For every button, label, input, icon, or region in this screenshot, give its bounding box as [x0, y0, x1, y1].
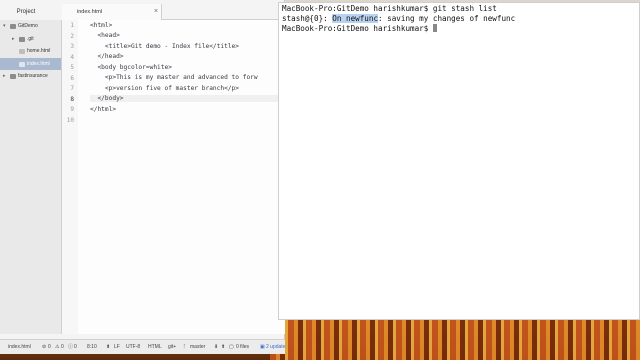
line-number: 8 — [70, 95, 74, 103]
tree-item-fastinsurance[interactable]: ▸ fastinsurance — [0, 70, 61, 83]
line-number: 6 — [70, 74, 74, 82]
gift-icon[interactable]: ▣ — [260, 340, 265, 355]
code-line-current[interactable]: </body> — [90, 95, 285, 102]
tree-item-label: home.html — [27, 48, 51, 54]
file-icon — [19, 49, 25, 54]
code-line[interactable]: <title>Git demo - Index file</title> — [90, 43, 239, 50]
status-errors[interactable]: 0 — [48, 340, 51, 355]
tree-item-label: GitDemo — [18, 23, 38, 29]
code-editor[interactable]: <html> <head> <title>Git demo - Index fi… — [78, 20, 285, 334]
tree-item-git[interactable]: ▸ .git — [0, 33, 61, 46]
status-git[interactable]: git+ — [168, 340, 176, 355]
branch-icon: ᚴ — [183, 344, 187, 350]
tab-index-html[interactable]: index.html — [62, 4, 162, 20]
tree-item-label: index.html — [27, 60, 50, 67]
code-line[interactable]: <body bgcolor=white> — [90, 64, 172, 71]
error-icon[interactable]: ⊘ — [42, 340, 46, 355]
status-encoding[interactable]: UTF-8 — [126, 340, 140, 355]
folder-icon — [10, 74, 16, 79]
file-icon: ▢ — [229, 344, 234, 350]
updown-arrows-icon: ⬍ — [106, 344, 111, 350]
terminal-prompt: MacBook-Pro:GitDemo harishkumar$ — [282, 24, 433, 33]
download-arrow-icon[interactable]: ⬇ — [214, 340, 218, 355]
line-number: 10 — [66, 116, 74, 124]
code-line[interactable]: </html> — [90, 106, 116, 113]
line-number: 9 — [70, 106, 74, 113]
status-updates[interactable]: 2 update — [266, 340, 285, 355]
status-file[interactable]: index.html — [8, 340, 31, 355]
folder-icon — [10, 24, 16, 29]
tree-item-label: fastinsurance — [18, 73, 48, 79]
editor-window: Project ▾ GitDemo ▸ .git home.html index… — [0, 0, 285, 354]
code-line[interactable]: <html> — [90, 22, 112, 29]
terminal-prompt-line[interactable]: MacBook-Pro:GitDemo harishkumar$ — [282, 24, 437, 33]
line-number: 1 — [70, 22, 74, 29]
code-line[interactable]: <head> — [90, 32, 119, 39]
terminal-command-line: MacBook-Pro:GitDemo harishkumar$ git sta… — [282, 4, 497, 13]
code-line[interactable]: <p>This is my master and advanced to for… — [90, 74, 258, 81]
tree-item-gitdemo[interactable]: ▾ GitDemo — [0, 20, 61, 33]
editor-tab-bar: index.html × — [62, 4, 285, 20]
status-warnings[interactable]: 0 — [61, 340, 64, 355]
chevron-right-icon[interactable]: ▸ — [3, 70, 6, 83]
info-icon[interactable]: ⓘ — [68, 340, 73, 355]
tree-item-index-html[interactable]: index.html — [0, 57, 61, 70]
tree-item-label: .git — [27, 35, 34, 42]
tree-item-home-html[interactable]: home.html — [0, 45, 61, 58]
chevron-down-icon[interactable]: ▾ — [3, 20, 6, 33]
upload-arrow-icon[interactable]: ⬆ — [221, 340, 225, 355]
terminal-window[interactable]: MacBook-Pro:GitDemo harishkumar$ git sta… — [278, 2, 640, 320]
code-line[interactable]: <p>version five of master branch</p> — [90, 85, 239, 92]
status-line-ending[interactable]: LF — [114, 340, 120, 355]
status-branch[interactable]: master — [190, 340, 205, 355]
line-number: 2 — [70, 32, 74, 40]
stash-ref: stash@{0}: — [282, 14, 333, 23]
terminal-output-line: stash@{0}: On newfunc: saving my changes… — [282, 14, 515, 23]
wallpaper-flames — [270, 318, 640, 360]
line-number: 7 — [70, 85, 74, 92]
terminal-cursor — [432, 24, 437, 32]
status-grammar[interactable]: HTML — [148, 340, 162, 355]
warning-icon[interactable]: ⚠ — [55, 340, 59, 355]
chevron-right-icon[interactable]: ▸ — [12, 33, 15, 46]
code-line[interactable]: </head> — [90, 53, 123, 60]
project-tree: ▾ GitDemo ▸ .git home.html index.html ▸ … — [0, 20, 62, 334]
line-number: 5 — [70, 64, 74, 71]
file-icon — [19, 61, 25, 67]
folder-icon — [19, 36, 25, 42]
status-bar: index.html ⊘ 0 ⚠ 0 ⓘ 0 8:10 ⬍ LF UTF-8 H… — [0, 339, 285, 354]
project-tab[interactable]: Project — [0, 4, 52, 20]
tab-label: index.html — [77, 9, 103, 15]
line-number: 3 — [70, 43, 74, 50]
line-number: 4 — [70, 53, 74, 61]
status-files[interactable]: 0 files — [236, 340, 249, 355]
selected-text[interactable]: On newfunc — [332, 14, 379, 23]
close-icon[interactable]: × — [154, 4, 158, 20]
line-number-gutter: 1 2 3 4 5 6 7 8 9 10 — [62, 20, 78, 334]
stash-message: : saving my changes of newfunc — [378, 14, 516, 23]
status-info[interactable]: 0 — [74, 340, 77, 355]
status-cursor-position[interactable]: 8:10 — [87, 340, 97, 355]
